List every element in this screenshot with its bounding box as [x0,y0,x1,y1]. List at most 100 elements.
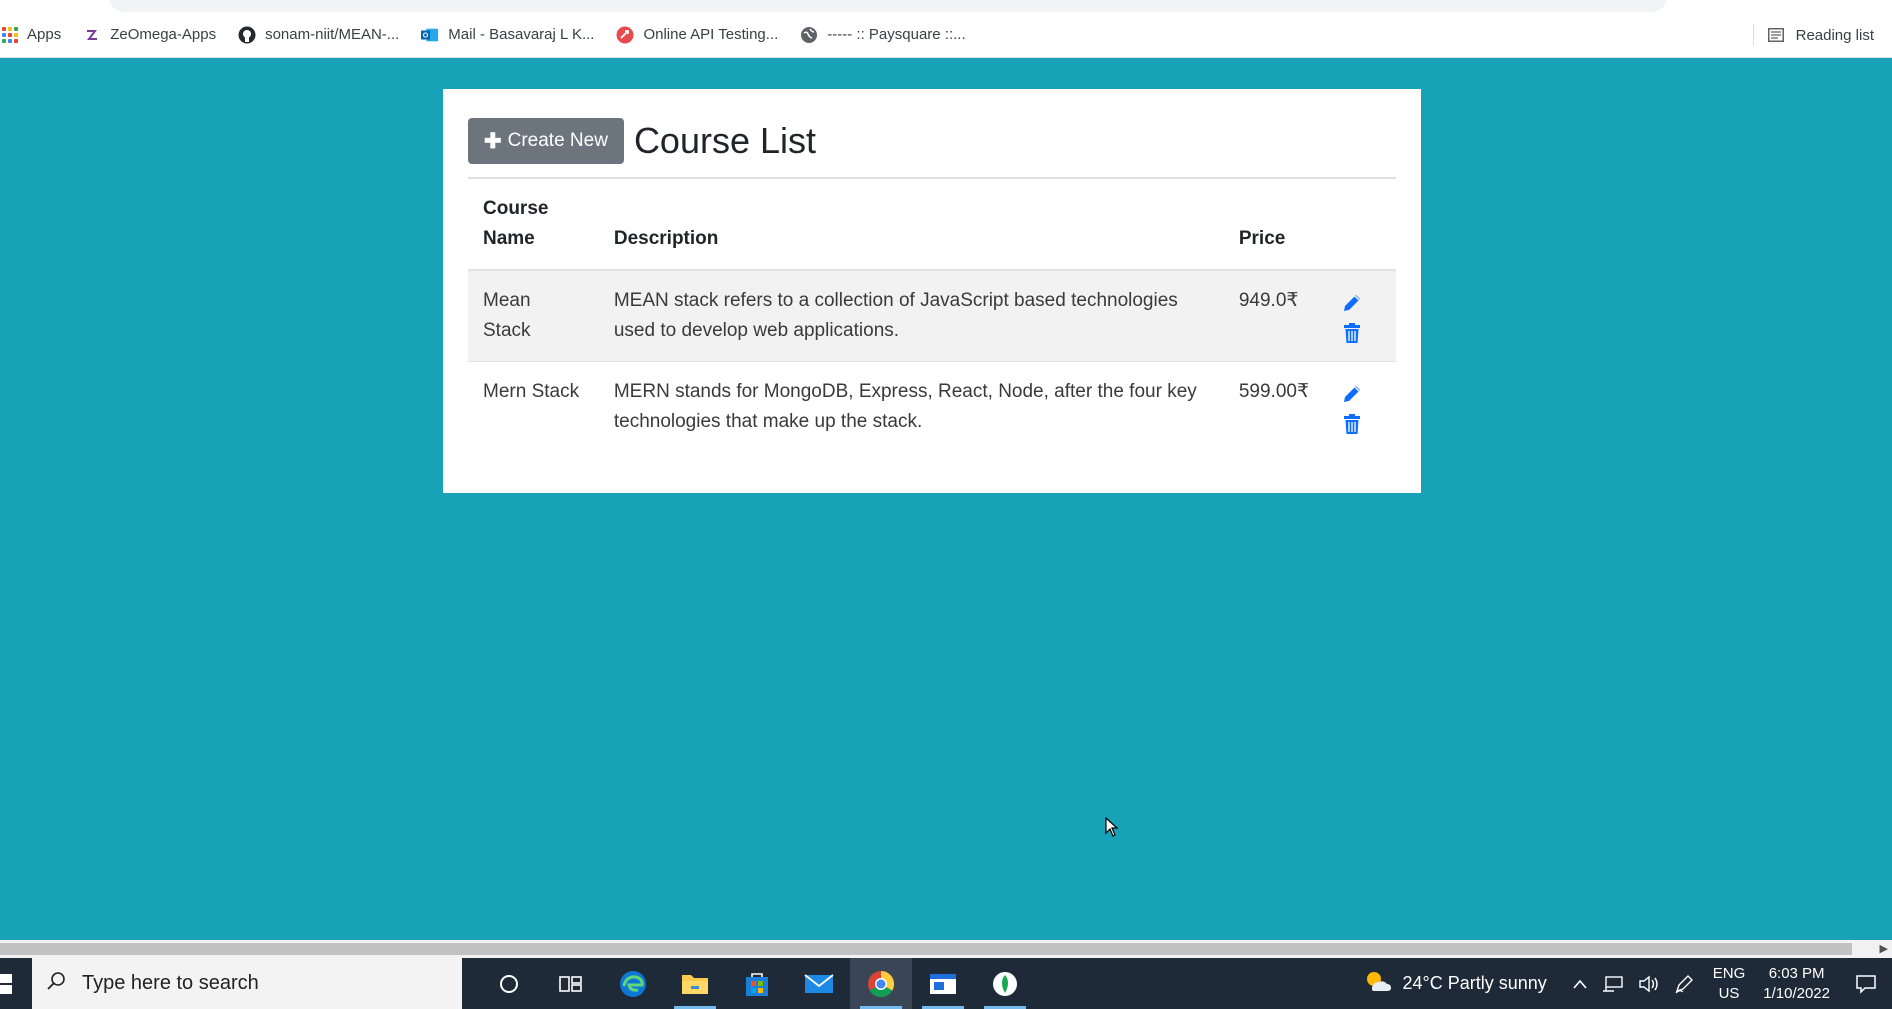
region-code: US [1718,984,1740,1002]
column-header-course-name: Course Name [468,179,599,271]
course-list-card: ✚ Create New Course List Course Name Des… [443,89,1421,493]
zeomega-icon [83,26,101,44]
course-description: technologies that make up the stack. [613,411,923,432]
courses-table: Course Name Description Price Mean Stack… [468,179,1396,452]
reading-list-button[interactable]: Reading list [1752,24,1874,46]
edit-pencil-icon[interactable] [1339,290,1365,316]
plus-icon: ✚ [484,129,502,153]
edge-icon [620,970,646,997]
create-new-button[interactable]: ✚ Create New [468,118,624,164]
apps-grid-icon [2,26,18,43]
system-tray: 24°C Partly sunny ENG US 6:03 PM 1/10/20… [1364,958,1892,1009]
create-new-label: Create New [507,130,608,151]
taskbar-mail[interactable] [788,958,850,1009]
taskbar-store[interactable] [726,958,788,1009]
bookmark-github[interactable]: sonam-niit/MEAN-... [238,26,399,44]
taskbar-file-explorer[interactable] [664,958,726,1009]
scroll-right-arrow-icon[interactable]: ▶ [1880,942,1888,955]
weather-text: 24°C Partly sunny [1402,973,1547,993]
scrollbar-thumb[interactable] [0,943,1852,955]
column-header-description: Description [598,179,1224,271]
partly-sunny-icon [1364,969,1392,998]
header-label: Course [483,198,549,219]
course-name-cell: Mern Stack [468,361,599,452]
delete-trash-icon[interactable] [1339,411,1365,437]
taskbar-edge[interactable] [602,958,664,1009]
taskbar-clock[interactable]: 6:03 PM 1/10/2022 [1763,964,1830,1004]
svg-text:O: O [423,30,429,39]
search-placeholder: Type here to search [82,972,259,994]
course-name: Mern Stack [483,381,580,402]
taskbar-search-box[interactable]: Type here to search [32,958,462,1009]
course-description: MEAN stack refers to a collection of Jav… [613,290,1178,311]
table-header-row: Course Name Description Price [468,179,1396,271]
course-name: Mean [483,290,531,311]
table-row: Mean Stack MEAN stack refers to a collec… [468,270,1396,362]
windows-logo-icon [0,973,12,994]
mongodb-leaf-icon [993,971,1017,996]
bookmark-label: ----- :: Paysquare ::... [827,26,966,43]
course-description-cell: MERN stands for MongoDB, Express, React,… [598,361,1224,452]
window-app-icon [930,973,956,994]
reading-list-icon [1767,28,1784,42]
page-title: Course List [633,120,817,161]
input-language-indicator[interactable]: ENG US [1713,964,1746,1004]
taskbar-chrome[interactable] [850,958,912,1009]
column-header-actions [1324,179,1396,271]
bookmark-api-testing[interactable]: Online API Testing... [616,26,778,44]
course-actions-cell [1324,361,1396,452]
search-icon [46,971,66,997]
edit-pencil-icon[interactable] [1339,381,1365,407]
start-button[interactable] [0,958,30,1009]
horizontal-scrollbar[interactable]: ▶ [0,940,1892,958]
browser-address-bar [0,0,1892,12]
outlook-icon: O [421,26,439,44]
folder-icon [682,974,708,994]
cortana-button[interactable] [478,958,540,1009]
bookmark-zeomega[interactable]: ZeOmega-Apps [83,26,216,44]
mouse-cursor-icon [1105,816,1119,842]
notification-icon [1856,974,1876,994]
taskbar-app-window[interactable] [912,958,974,1009]
bookmark-label: Apps [27,26,62,43]
chrome-icon [868,970,895,997]
reading-list-label: Reading list [1795,26,1874,44]
taskbar-apps [478,958,1036,1009]
address-field[interactable] [108,0,1668,12]
taskbar-mongodb[interactable] [974,958,1036,1009]
weather-widget[interactable]: 24°C Partly sunny [1364,969,1547,998]
course-price-cell: 599.00₹ [1223,361,1325,452]
bookmark-label: Online API Testing... [643,26,779,43]
pen-icon[interactable] [1674,974,1694,994]
action-center-button[interactable] [1846,974,1886,994]
bookmark-label: sonam-niit/MEAN-... [265,26,400,43]
mail-icon [804,973,834,993]
header-label: Name [483,228,535,249]
volume-icon[interactable] [1638,975,1660,993]
column-header-price: Price [1223,179,1325,271]
course-description-cell: MEAN stack refers to a collection of Jav… [598,270,1224,362]
task-view-icon [559,975,582,992]
bookmark-mail[interactable]: O Mail - Basavaraj L K... [421,26,594,44]
store-icon [746,972,768,996]
api-testing-icon [616,26,634,44]
bookmark-label: ZeOmega-Apps [110,26,217,43]
course-actions-cell [1324,270,1396,362]
course-price-cell: 949.0₹ [1223,270,1325,362]
clock-time: 6:03 PM [1768,964,1825,982]
bookmarks-bar: Apps ZeOmega-Apps sonam-niit/MEAN-... O … [0,12,1892,58]
card-header: ✚ Create New Course List [468,117,1396,165]
course-name-cell: Mean Stack [468,270,599,362]
globe-icon [800,26,818,44]
task-view-button[interactable] [540,958,602,1009]
bookmark-apps[interactable]: Apps [2,26,61,43]
github-icon [238,26,256,44]
bookmark-paysquare[interactable]: ----- :: Paysquare ::... [800,26,966,44]
show-hidden-icons-chevron-icon[interactable] [1572,978,1588,990]
delete-trash-icon[interactable] [1339,320,1365,346]
network-icon[interactable] [1602,975,1624,993]
course-name: Stack [483,320,531,341]
bookmark-label: Mail - Basavaraj L K... [448,26,595,43]
clock-date: 1/10/2022 [1763,984,1830,1002]
windows-taskbar: Type here to search 24°C Partly sunny EN… [0,958,1892,1009]
